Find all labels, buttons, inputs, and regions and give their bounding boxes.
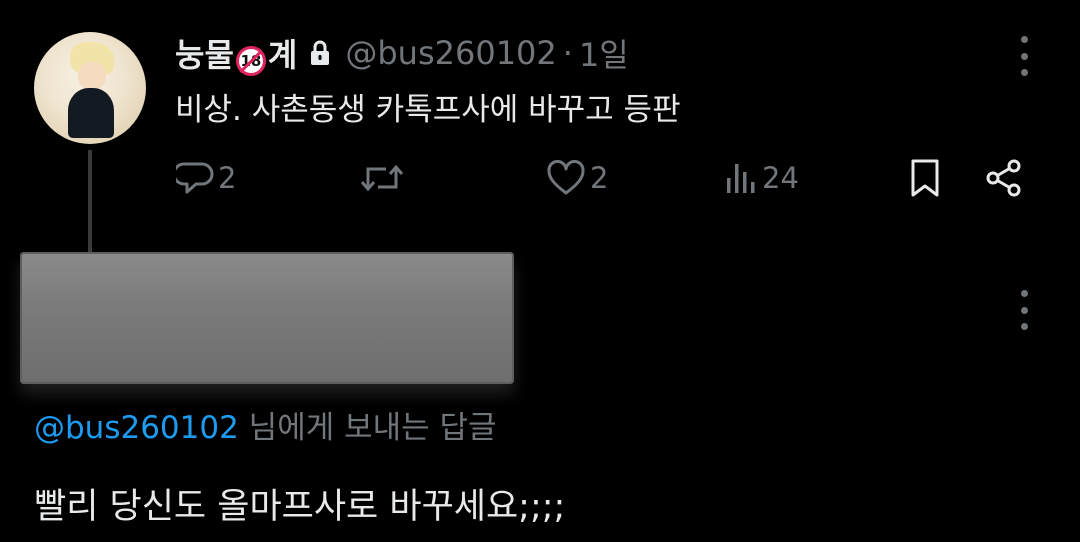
timestamp[interactable]: 1일 (579, 30, 629, 76)
like-button[interactable]: 2 (546, 156, 608, 200)
more-icon[interactable] (1014, 36, 1034, 76)
bookmark-button[interactable] (908, 156, 942, 200)
avatar-shirt (68, 88, 114, 138)
more-icon[interactable] (1014, 290, 1034, 330)
retweet-button[interactable] (358, 156, 406, 200)
share-button[interactable] (984, 156, 1024, 200)
reply-button[interactable]: 2 (176, 156, 236, 200)
display-name[interactable]: 눙물 18 계 (175, 30, 297, 76)
heart-icon (546, 160, 586, 196)
reply-count: 2 (218, 161, 237, 195)
lock-icon (309, 40, 331, 66)
view-count: 24 (762, 161, 799, 195)
user-handle[interactable]: @bus260102 (345, 34, 556, 72)
display-name-part1: 눙물 (175, 36, 234, 74)
retweet-icon (358, 160, 406, 196)
redacted-avatar-area (20, 252, 514, 384)
no-under-18-icon: 18 (235, 46, 266, 76)
tweet-header: 눙물 18 계 @bus260102 · 1일 (175, 30, 629, 76)
replying-to-suffix: 님에게 보내는 답글 (238, 410, 497, 446)
avatar-face (78, 62, 106, 90)
thread-line (88, 150, 92, 252)
replying-to-handle[interactable]: @bus260102 (34, 410, 239, 446)
replying-to: @bus260102 님에게 보내는 답글 (34, 402, 497, 447)
reply-text: 빨리 당신도 올마프사로 바꾸세요;;;; (34, 487, 566, 527)
like-count: 2 (590, 161, 609, 195)
views-icon (722, 160, 758, 196)
views-button[interactable]: 24 (722, 156, 799, 200)
bookmark-icon (908, 158, 942, 198)
reply-icon (176, 160, 214, 196)
share-icon (984, 158, 1024, 198)
separator-dot: · (562, 34, 573, 72)
tweet-text: 비상. 사촌동생 카톡프사에 바꾸고 등판 (175, 92, 681, 128)
display-name-part2: 계 (267, 36, 298, 74)
avatar[interactable] (34, 32, 146, 144)
